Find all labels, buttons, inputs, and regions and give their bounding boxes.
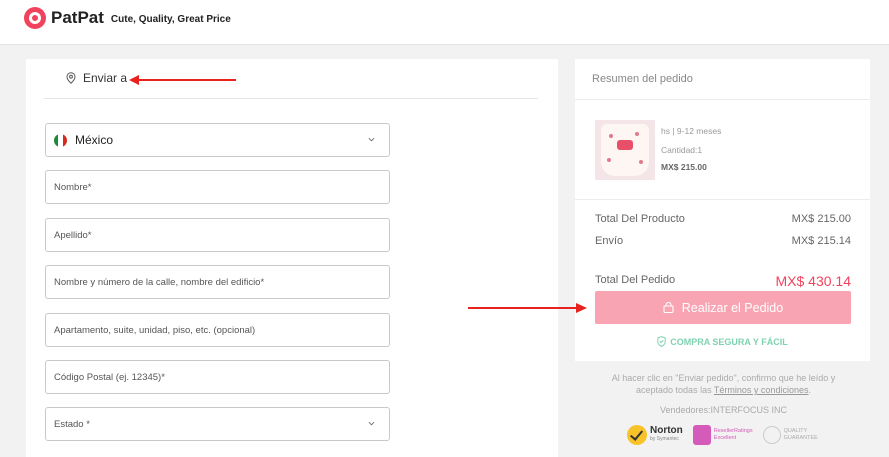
last-name-placeholder: Apellido* (54, 229, 92, 241)
street-field[interactable]: Nombre y número de la calle, nombre del … (45, 265, 390, 299)
state-select[interactable]: Estado * (45, 407, 390, 441)
product-quantity: Cantidad:1 (661, 145, 703, 155)
apartment-placeholder: Apartamento, suite, unidad, piso, etc. (… (54, 324, 256, 336)
divider (575, 199, 870, 200)
location-pin-icon (66, 72, 76, 84)
divider (575, 99, 870, 100)
patpat-logo[interactable]: PatPat Cute, Quality, Great Price (24, 7, 231, 29)
image-detail (639, 160, 643, 164)
norton-badge: Norton by Symantec (627, 425, 683, 445)
first-name-field[interactable]: Nombre* (45, 170, 390, 204)
country-select[interactable]: México (45, 123, 390, 157)
patpat-logo-icon (24, 7, 46, 29)
secure-purchase-label: COMPRA SEGURA Y FÁCIL (670, 336, 788, 347)
postal-code-field[interactable]: Código Postal (ej. 12345)* (45, 360, 390, 394)
state-placeholder: Estado * (54, 418, 90, 430)
order-summary-panel: Resumen del pedido hs | 9-12 meses Canti… (575, 59, 870, 361)
mexico-flag-icon (54, 133, 67, 147)
order-total-value: MX$ 430.14 (775, 273, 852, 289)
first-name-placeholder: Nombre* (54, 181, 92, 193)
last-name-field[interactable]: Apellido* (45, 218, 390, 252)
subtotal-label: Total Del Producto (595, 213, 685, 225)
product-image (601, 124, 649, 176)
summary-title: Resumen del pedido (592, 73, 693, 85)
annotation-arrow-right-icon (468, 303, 587, 313)
vendor-info: Vendedores:INTERFOCUS INC (659, 405, 788, 415)
site-header: PatPat Cute, Quality, Great Price (0, 0, 889, 45)
reseller-line1: ResellerRatings (713, 428, 753, 434)
shipping-cost-label: Envío (595, 235, 624, 247)
reseller-ratings-badge: ResellerRatings Excellent (692, 425, 753, 445)
terms-link[interactable]: Términos y condiciones (714, 385, 809, 395)
quality-seal-icon (762, 426, 781, 444)
quality-line2: GUARANTEE (783, 435, 818, 441)
chevron-down-icon (368, 421, 375, 426)
ship-to-title: Enviar a (83, 71, 128, 85)
country-value: México (75, 133, 114, 147)
apartment-field[interactable]: Apartamento, suite, unidad, piso, etc. (… (45, 313, 390, 347)
place-order-button[interactable]: Realizar el Pedido (595, 291, 851, 324)
chevron-down-icon (368, 137, 375, 142)
annotation-arrow-left-icon (129, 75, 236, 85)
product-thumbnail[interactable] (595, 120, 655, 180)
norton-sub: by Symantec (650, 436, 679, 442)
image-detail (635, 132, 639, 136)
trust-badges: Norton by Symantec ResellerRatings Excelle… (627, 425, 818, 445)
postal-code-placeholder: Código Postal (ej. 12345)* (54, 371, 165, 383)
quality-guarantee-badge: QUALITY GUARANTEE (762, 426, 818, 444)
reseller-line2: Excellent (713, 435, 737, 441)
order-total-label: Total Del Pedido (595, 274, 676, 286)
image-detail (609, 134, 613, 138)
image-detail (607, 158, 611, 162)
terms-notice: Al hacer clic en "Enviar pedido", confir… (596, 372, 851, 396)
subtotal-value: MX$ 215.00 (791, 213, 851, 225)
shipping-cost-value: MX$ 215.14 (791, 235, 851, 247)
shipping-panel: Enviar a México Nombre* Apellido* Nombre… (26, 59, 558, 457)
terms-suffix: . (808, 385, 811, 395)
reseller-ratings-icon (692, 425, 711, 445)
secure-purchase-note: COMPRA SEGURA Y FÁCIL (575, 336, 870, 347)
norton-check-icon (627, 425, 647, 445)
product-image-bow (617, 140, 633, 150)
quality-line1: QUALITY (783, 428, 808, 434)
divider (44, 98, 538, 99)
street-placeholder: Nombre y número de la calle, nombre del … (54, 276, 265, 288)
lock-icon (663, 302, 674, 313)
product-variant: hs | 9-12 meses (661, 126, 722, 136)
product-price: MX$ 215.00 (661, 162, 707, 172)
place-order-label: Realizar el Pedido (681, 300, 784, 315)
brand-name: PatPat (51, 8, 104, 27)
ship-to-heading: Enviar a (66, 71, 127, 85)
brand-tagline: Cute, Quality, Great Price (110, 14, 231, 25)
shield-check-icon (657, 336, 666, 347)
